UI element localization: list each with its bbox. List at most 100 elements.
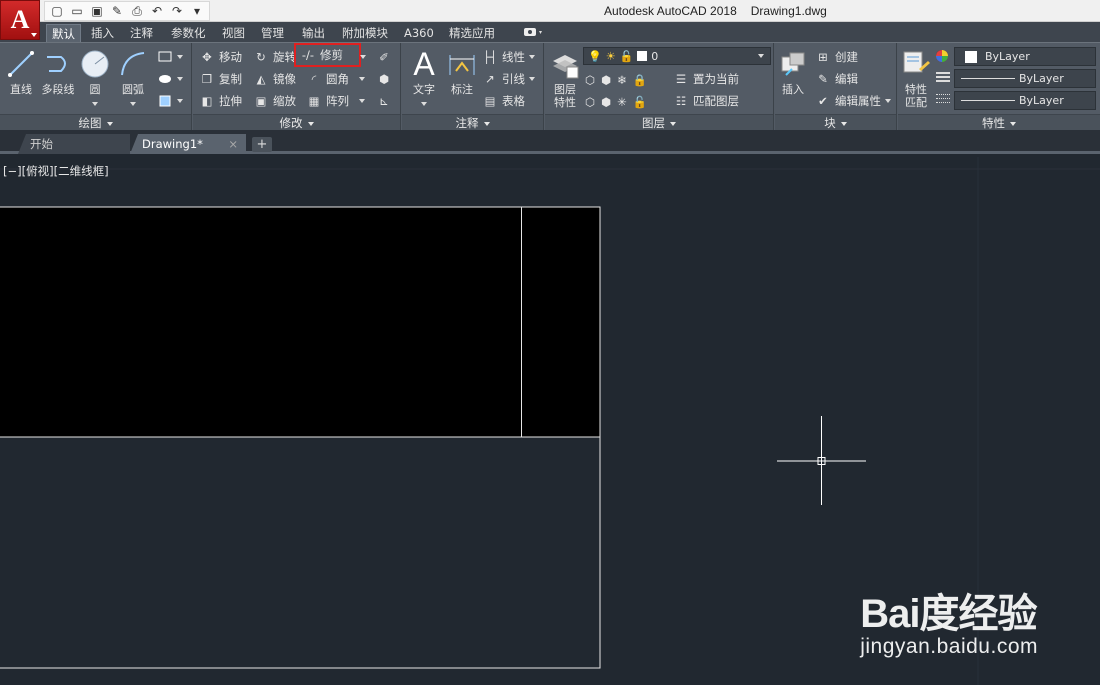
match-properties-icon: [903, 51, 930, 73]
make-current-icon: ☰: [675, 72, 687, 86]
document-tab-bar: 开始 Drawing1* × +: [0, 130, 1100, 154]
arc-icon: [121, 52, 145, 76]
block-panel-title[interactable]: 块: [775, 114, 896, 131]
edit-block-icon: ✎: [818, 72, 828, 86]
chevron-down-icon: [840, 121, 847, 126]
tab-manage[interactable]: 管理: [256, 24, 289, 42]
create-block-tool[interactable]: ⊞ 创建: [815, 47, 858, 67]
tab-home[interactable]: 默认: [46, 24, 81, 42]
color-dropdown[interactable]: ByLayer: [954, 47, 1096, 66]
lineweight-dropdown[interactable]: ByLayer: [954, 91, 1096, 110]
match-layer-tool[interactable]: ☷ 匹配图层: [673, 91, 739, 111]
color-wheel-icon[interactable]: [935, 49, 949, 66]
tab-annotate[interactable]: 注释: [125, 24, 158, 42]
rotate-tool[interactable]: ↻ 旋转: [253, 47, 296, 67]
filled-rectangle-left[interactable]: [0, 207, 521, 437]
fillet-tool[interactable]: ◜ 圆角: [306, 69, 365, 89]
block-panel-title-text: 块: [824, 116, 836, 130]
tab-a360[interactable]: A360: [399, 24, 439, 42]
match-properties-tool[interactable]: 特性 匹配: [900, 45, 932, 109]
plot-icon[interactable]: ⎙: [129, 3, 145, 19]
trim-label: 修剪: [320, 48, 343, 62]
linear-label: 线性: [502, 50, 525, 64]
chevron-down-icon: [31, 33, 37, 37]
layer-freeze-icon[interactable]: ❄: [617, 73, 627, 87]
make-current-tool[interactable]: ☰ 置为当前: [673, 69, 739, 89]
leader-tool[interactable]: ↗ 引线: [482, 69, 535, 89]
stretch-tool[interactable]: ◧ 拉伸: [199, 91, 242, 111]
layer-unisolate-icon[interactable]: ⬢: [601, 95, 611, 109]
draw-panel-title[interactable]: 绘图: [0, 114, 191, 131]
dimension-tool[interactable]: 标注: [446, 45, 478, 96]
tab-addins[interactable]: 附加模块: [337, 24, 393, 42]
layer-properties-tool[interactable]: 图层 特性: [549, 45, 581, 109]
lineweight-value: ByLayer: [1019, 94, 1064, 107]
tab-overflow-button[interactable]: [518, 24, 550, 42]
edit-block-tool[interactable]: ✎ 编辑: [815, 69, 858, 89]
layers-panel-title[interactable]: 图层: [545, 114, 773, 131]
layer-on-icon[interactable]: ⬡: [585, 95, 595, 109]
move-tool[interactable]: ✥ 移动: [199, 47, 242, 67]
insert-block-tool[interactable]: 插入: [777, 45, 809, 96]
application-menu-button[interactable]: A: [0, 0, 40, 40]
layer-thaw-icon[interactable]: ✳: [617, 95, 627, 109]
dropdown-icon[interactable]: ▾: [189, 3, 205, 19]
trim-dropdown[interactable]: [360, 47, 366, 67]
layer-dropdown[interactable]: 💡 ☀ 🔓 0: [583, 47, 771, 65]
saveas-icon[interactable]: ✎: [109, 3, 125, 19]
layer-off-icon[interactable]: ⬡: [585, 73, 595, 87]
tab-start-label: 开始: [30, 137, 53, 151]
layer-isolate-icon[interactable]: ⬢: [601, 73, 611, 87]
text-tool[interactable]: A 文字: [408, 45, 440, 109]
hatch-tool[interactable]: [157, 69, 183, 89]
properties-panel-title[interactable]: 特性: [898, 114, 1100, 131]
chevron-down-icon[interactable]: [130, 102, 136, 106]
tab-featured-apps[interactable]: 精选应用: [444, 24, 500, 42]
open-icon[interactable]: ▭: [69, 3, 85, 19]
trim-tool[interactable]: -/- 修剪: [294, 43, 361, 67]
arc-tool[interactable]: 圆弧: [116, 45, 150, 109]
linetype-dropdown[interactable]: ByLayer: [954, 69, 1096, 88]
edit-attributes-tool[interactable]: ✔ 编辑属性: [815, 91, 891, 111]
save-icon[interactable]: ▣: [89, 3, 105, 19]
viewport-controls-label[interactable]: [−][俯视][二维线框]: [3, 163, 109, 179]
layer-unlock-icon[interactable]: 🔓: [633, 95, 647, 109]
table-tool[interactable]: ▤ 表格: [482, 91, 525, 111]
tab-view[interactable]: 视图: [217, 24, 250, 42]
tab-start[interactable]: 开始: [18, 134, 130, 154]
explode-icon: ⬢: [378, 72, 390, 86]
chevron-down-icon[interactable]: [92, 102, 98, 106]
filled-rectangle-right[interactable]: [522, 207, 600, 437]
copy-tool[interactable]: ❐ 复制: [199, 69, 242, 89]
polyline-tool[interactable]: 多段线: [40, 45, 76, 96]
layer-lock-icon[interactable]: 🔒: [633, 73, 647, 87]
boundary-tool[interactable]: [157, 91, 183, 111]
erase-tool[interactable]: ✐: [376, 47, 392, 67]
redo-icon[interactable]: ↷: [169, 3, 185, 19]
drawing-area[interactable]: [−][俯视][二维线框] Bai度经验 jingyan.baidu.com: [0, 157, 1100, 685]
array-tool[interactable]: ▦ 阵列: [306, 91, 365, 111]
scale-tool[interactable]: ▣ 缩放: [253, 91, 296, 111]
close-icon[interactable]: ×: [228, 134, 238, 154]
autocad-logo-icon: A: [10, 5, 30, 34]
annotation-panel-title[interactable]: 注释: [402, 114, 543, 131]
tab-drawing1[interactable]: Drawing1* ×: [130, 134, 246, 154]
rectangle-tool[interactable]: [157, 47, 183, 67]
explode-tool[interactable]: ⬢: [376, 69, 392, 89]
undo-icon[interactable]: ↶: [149, 3, 165, 19]
circle-tool[interactable]: 圆: [80, 45, 110, 109]
tab-parametric[interactable]: 参数化: [166, 24, 211, 42]
linear-dim-tool[interactable]: ├┤ 线性: [482, 47, 535, 67]
new-icon[interactable]: ▢: [49, 3, 65, 19]
offset-tool[interactable]: ⊾: [376, 91, 392, 111]
trim-icon: -/-: [301, 48, 315, 62]
current-layer-name: 0: [651, 49, 659, 63]
modify-panel-title[interactable]: 修改: [193, 114, 400, 131]
mirror-tool[interactable]: ◭ 镜像: [253, 69, 296, 89]
tab-output[interactable]: 输出: [297, 24, 330, 42]
line-tool[interactable]: 直线: [4, 45, 38, 96]
color-value: ByLayer: [985, 50, 1030, 63]
chevron-down-icon[interactable]: [421, 102, 427, 106]
tab-insert[interactable]: 插入: [86, 24, 119, 42]
new-tab-button[interactable]: +: [252, 137, 272, 152]
